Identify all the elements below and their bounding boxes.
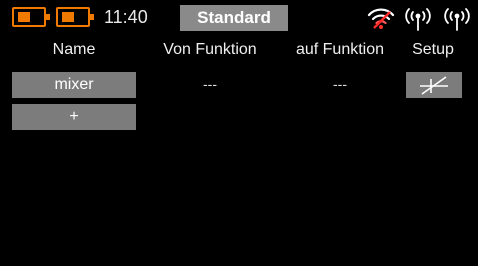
antenna-signal-icon: [440, 4, 474, 32]
battery-tip: [90, 14, 94, 20]
clock: 11:40: [104, 7, 148, 27]
model-name-tab[interactable]: Standard: [180, 5, 288, 31]
add-mixer-button[interactable]: +: [12, 104, 136, 130]
column-header-name: Name: [52, 41, 96, 58]
antenna-signal-icon: [401, 4, 435, 32]
column-header-setup: Setup: [412, 41, 454, 58]
column-header-auf-funktion: auf Funktion: [295, 41, 385, 58]
status-bar: 11:40 Standard: [0, 0, 478, 36]
transmitter-battery-level: [18, 12, 30, 22]
table-row-add: +: [0, 104, 478, 130]
setup-button[interactable]: [406, 72, 462, 98]
receiver-battery-level: [62, 12, 74, 22]
battery-tip: [46, 14, 50, 20]
column-headers: Name Von Funktion auf Funktion Setup: [0, 40, 478, 60]
wifi-signal-icon: [364, 4, 398, 32]
auf-funktion-value[interactable]: ---: [280, 72, 400, 98]
column-header-von-funktion: Von Funktion: [163, 41, 257, 58]
curve-setup-icon: [420, 76, 448, 95]
receiver-battery-icon: [56, 7, 94, 27]
table-row: mixer --- ---: [0, 72, 478, 98]
mixer-name-button[interactable]: mixer: [12, 72, 136, 98]
von-funktion-value[interactable]: ---: [150, 72, 270, 98]
transmitter-battery-icon: [12, 7, 50, 27]
